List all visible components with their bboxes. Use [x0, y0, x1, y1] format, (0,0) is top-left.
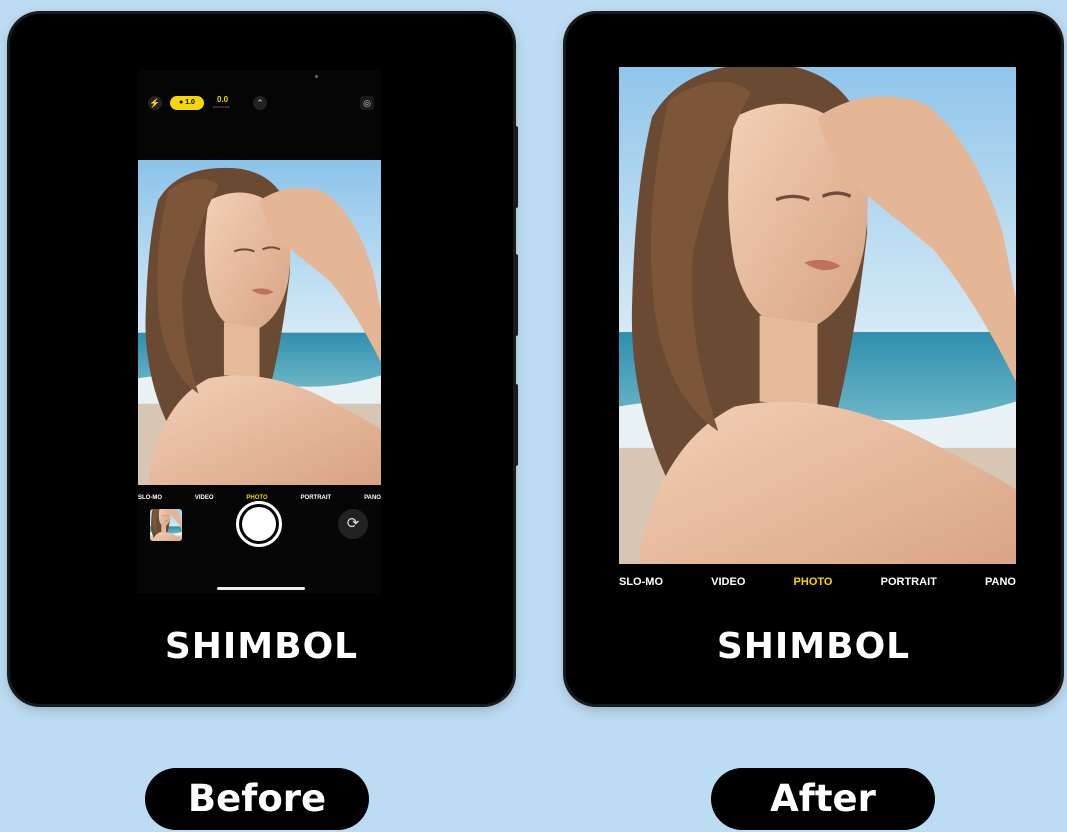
camera-screen: ⚡ ● 1.0 0.0 EXPOSURE ⌃ ◎ SLO-MO VIDEO PH…: [138, 69, 381, 594]
mode-pano[interactable]: PANO: [364, 495, 381, 501]
mode-slo-mo[interactable]: SLO-MO: [619, 576, 663, 588]
exposure-value[interactable]: 0.0: [217, 95, 228, 104]
before-device-frame: ⚡ ● 1.0 0.0 EXPOSURE ⌃ ◎ SLO-MO VIDEO PH…: [10, 14, 518, 704]
thumbnail-image: [150, 509, 182, 541]
live-photo-icon[interactable]: ◎: [360, 96, 374, 110]
mode-portrait[interactable]: PORTRAIT: [301, 495, 332, 501]
sensor-dot: [315, 75, 318, 78]
enhanced-photo: [619, 67, 1016, 564]
side-button: [513, 384, 518, 466]
viewfinder[interactable]: [138, 160, 381, 485]
after-label: After: [711, 768, 935, 830]
brand-logo: SHIMBOL: [716, 626, 911, 667]
zoom-pill[interactable]: ● 1.0: [170, 96, 204, 110]
mode-slo-mo[interactable]: SLO-MO: [138, 495, 162, 501]
side-button: [513, 254, 518, 336]
mode-video[interactable]: VIDEO: [195, 495, 214, 501]
before-label: Before: [145, 768, 369, 830]
viewfinder-image: [138, 160, 381, 485]
mode-video[interactable]: VIDEO: [711, 576, 745, 588]
home-indicator[interactable]: [217, 587, 305, 590]
exposure-label: EXPOSURE: [213, 105, 230, 109]
chevron-up-icon[interactable]: ⌃: [253, 96, 267, 110]
camera-flip-icon[interactable]: ⟳: [338, 509, 368, 539]
last-photo-thumbnail[interactable]: [150, 509, 182, 541]
side-button: [513, 126, 518, 208]
brand-logo: SHIMBOL: [164, 626, 359, 667]
mode-photo[interactable]: PHOTO: [794, 576, 833, 588]
shutter-button[interactable]: [236, 501, 282, 547]
shutter-inner: [242, 507, 276, 541]
camera-mode-bar: SLO-MO VIDEO PHOTO PORTRAIT PANO: [619, 574, 1016, 590]
after-device-frame: SLO-MO VIDEO PHOTO PORTRAIT PANO SHIMBOL: [566, 14, 1061, 704]
enhanced-photo-image: [619, 67, 1016, 564]
mode-pano[interactable]: PANO: [985, 576, 1016, 588]
flash-icon[interactable]: ⚡: [148, 96, 162, 110]
mode-portrait[interactable]: PORTRAIT: [881, 576, 937, 588]
camera-top-bar: ⚡ ● 1.0 0.0 EXPOSURE ⌃ ◎: [138, 69, 381, 145]
